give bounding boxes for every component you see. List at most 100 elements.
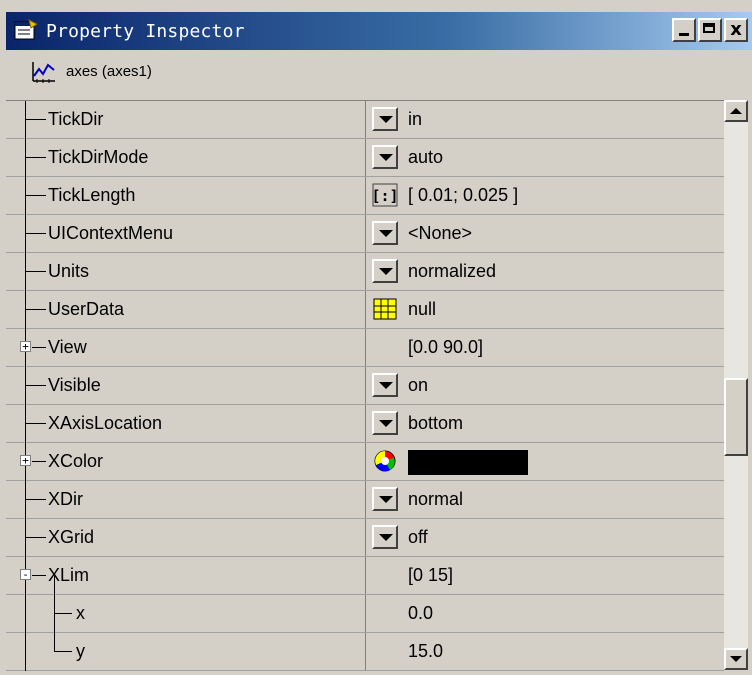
property-value-cell[interactable]: [:] [ 0.01; 0.025 ] bbox=[366, 177, 724, 214]
vertical-scrollbar[interactable] bbox=[724, 100, 748, 670]
property-row[interactable]: + View [0.0 90.0] bbox=[6, 329, 724, 367]
property-row[interactable]: + XColor bbox=[6, 443, 724, 481]
property-value: <None> bbox=[408, 223, 473, 243]
property-name-cell[interactable]: TickDirMode bbox=[6, 139, 366, 177]
property-name: x bbox=[76, 603, 85, 623]
object-bar: axes (axes1) bbox=[6, 50, 752, 96]
property-name: TickDirMode bbox=[48, 147, 149, 167]
property-name-cell[interactable]: TickDir bbox=[6, 101, 366, 139]
property-name-cell[interactable]: y bbox=[6, 633, 366, 671]
property-name-cell[interactable]: XGrid bbox=[6, 519, 366, 557]
property-value-cell[interactable]: 0.0 bbox=[366, 595, 724, 632]
property-name: XColor bbox=[48, 451, 104, 471]
property-value-cell[interactable]: 15.0 bbox=[366, 633, 724, 670]
property-name: View bbox=[48, 337, 87, 357]
property-value-cell[interactable]: on bbox=[366, 367, 724, 404]
property-name: UIContextMenu bbox=[48, 223, 174, 243]
property-name-cell[interactable]: XAxisLocation bbox=[6, 405, 366, 443]
property-value: 15.0 bbox=[408, 641, 444, 661]
property-name-cell[interactable]: x bbox=[6, 595, 366, 633]
property-value: null bbox=[408, 299, 437, 319]
property-value: bottom bbox=[408, 413, 464, 433]
property-row[interactable]: UIContextMenu <None> bbox=[6, 215, 724, 253]
property-name-cell[interactable]: + XColor bbox=[6, 443, 366, 481]
property-name: y bbox=[76, 641, 85, 661]
property-row[interactable]: x 0.0 bbox=[6, 595, 724, 633]
property-value-cell[interactable]: <None> bbox=[366, 215, 724, 252]
property-name: Units bbox=[48, 261, 90, 281]
svg-text:[:]: [:] bbox=[372, 187, 398, 205]
dropdown-arrow-icon[interactable] bbox=[372, 411, 398, 435]
dropdown-arrow-icon[interactable] bbox=[372, 107, 398, 131]
property-name-cell[interactable]: TickLength bbox=[6, 177, 366, 215]
property-row[interactable]: TickDirMode auto bbox=[6, 139, 724, 177]
close-button[interactable]: x bbox=[724, 18, 748, 42]
property-value-cell[interactable]: null bbox=[366, 291, 724, 328]
property-row[interactable]: Units normalized bbox=[6, 253, 724, 291]
property-name: TickLength bbox=[48, 185, 136, 205]
color-wheel-icon[interactable] bbox=[372, 449, 398, 473]
property-value-cell[interactable]: [0 15] bbox=[366, 557, 724, 594]
object-label: axes (axes1) bbox=[66, 63, 152, 80]
property-grid: TickDir in TickDirMode auto TickLength [:] [ 0… bbox=[6, 100, 724, 671]
property-name: UserData bbox=[48, 299, 125, 319]
maximize-button[interactable] bbox=[698, 18, 722, 42]
property-value-cell[interactable]: auto bbox=[366, 139, 724, 176]
property-row[interactable]: XGrid off bbox=[6, 519, 724, 557]
scroll-thumb[interactable] bbox=[724, 378, 748, 456]
array-editor-icon[interactable]: [:] bbox=[371, 183, 399, 207]
property-row[interactable]: y 15.0 bbox=[6, 633, 724, 671]
dropdown-arrow-icon[interactable] bbox=[372, 525, 398, 549]
title-bar[interactable]: Property Inspector x bbox=[6, 12, 752, 50]
property-name: Visible bbox=[48, 375, 101, 395]
property-value-cell[interactable]: normal bbox=[366, 481, 724, 518]
property-name-cell[interactable]: UserData bbox=[6, 291, 366, 329]
property-value: 0.0 bbox=[408, 603, 434, 623]
property-name-cell[interactable]: Visible bbox=[6, 367, 366, 405]
property-row[interactable]: TickLength [:] [ 0.01; 0.025 ] bbox=[6, 177, 724, 215]
property-row[interactable]: XAxisLocation bottom bbox=[6, 405, 724, 443]
property-row[interactable]: UserData null bbox=[6, 291, 724, 329]
property-value: [0 15] bbox=[408, 565, 454, 585]
dropdown-arrow-icon[interactable] bbox=[372, 487, 398, 511]
property-value: on bbox=[408, 375, 429, 395]
property-row[interactable]: XDir normal bbox=[6, 481, 724, 519]
property-name-cell[interactable]: Units bbox=[6, 253, 366, 291]
property-value: [0.0 90.0] bbox=[408, 337, 484, 357]
minimize-button[interactable] bbox=[672, 18, 696, 42]
property-value-cell[interactable]: bottom bbox=[366, 405, 724, 442]
property-value-cell[interactable]: off bbox=[366, 519, 724, 556]
property-value: auto bbox=[408, 147, 444, 167]
window-title: Property Inspector bbox=[46, 21, 245, 42]
property-value: [ 0.01; 0.025 ] bbox=[408, 185, 519, 205]
property-name-cell[interactable]: XDir bbox=[6, 481, 366, 519]
property-row[interactable]: - XLim [0 15] bbox=[6, 557, 724, 595]
property-row[interactable]: TickDir in bbox=[6, 101, 724, 139]
property-value: normal bbox=[408, 489, 464, 509]
dropdown-arrow-icon[interactable] bbox=[372, 259, 398, 283]
expand-icon[interactable]: + bbox=[20, 341, 31, 352]
dropdown-arrow-icon[interactable] bbox=[372, 373, 398, 397]
axes-icon bbox=[32, 62, 55, 83]
property-name: XDir bbox=[48, 489, 83, 509]
dropdown-arrow-icon[interactable] bbox=[372, 221, 398, 245]
expand-icon[interactable]: + bbox=[20, 455, 31, 466]
property-name: XGrid bbox=[48, 527, 95, 547]
scroll-up-button[interactable] bbox=[724, 100, 748, 122]
property-name-cell[interactable]: UIContextMenu bbox=[6, 215, 366, 253]
property-value-cell[interactable] bbox=[366, 443, 724, 480]
property-row[interactable]: Visible on bbox=[6, 367, 724, 405]
property-value: off bbox=[408, 527, 428, 547]
property-value-cell[interactable]: [0.0 90.0] bbox=[366, 329, 724, 366]
color-swatch[interactable] bbox=[408, 450, 528, 475]
property-value: in bbox=[408, 109, 423, 129]
property-name-cell[interactable]: + View bbox=[6, 329, 366, 367]
property-value-cell[interactable]: in bbox=[366, 101, 724, 138]
table-editor-icon[interactable] bbox=[372, 297, 398, 321]
property-value-cell[interactable]: normalized bbox=[366, 253, 724, 290]
scroll-down-button[interactable] bbox=[724, 648, 748, 670]
collapse-icon[interactable]: - bbox=[20, 569, 31, 580]
property-name-cell[interactable]: - XLim bbox=[6, 557, 366, 595]
property-value: normalized bbox=[408, 261, 497, 281]
dropdown-arrow-icon[interactable] bbox=[372, 145, 398, 169]
